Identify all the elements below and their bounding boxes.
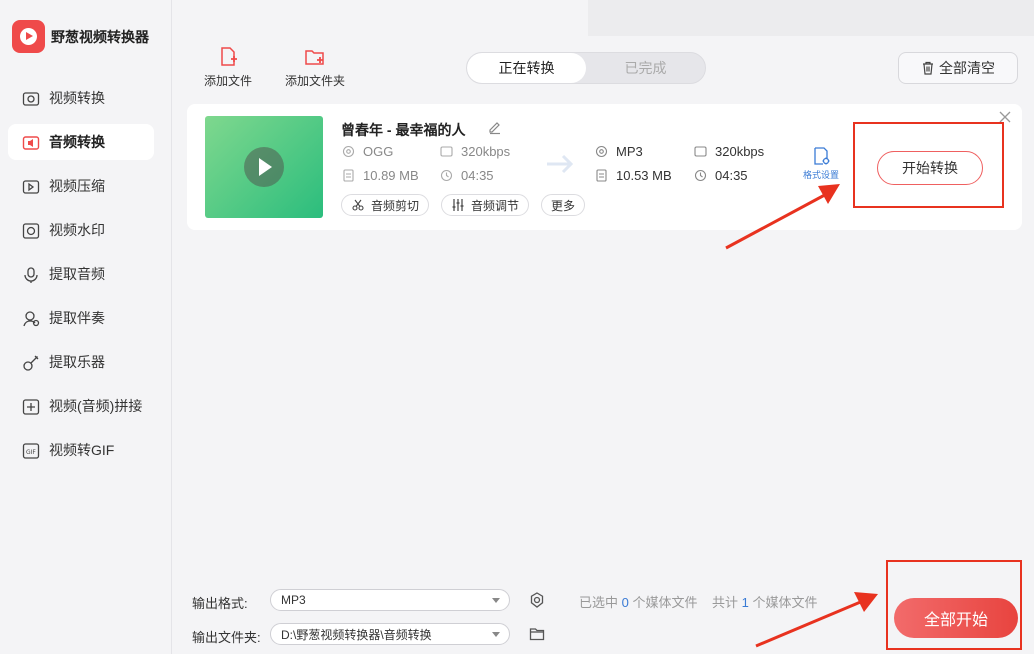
clock-icon xyxy=(694,169,707,182)
gear-icon[interactable] xyxy=(529,592,545,608)
clear-all-button[interactable]: 全部清空 xyxy=(898,52,1018,84)
sidebar-item-label: 视频转GIF xyxy=(49,442,115,458)
sidebar-nav: 视频转换 音频转换 视频压缩 视频水印 提取音频 提取伴奏 提取乐器 视频(音频… xyxy=(8,80,154,476)
sidebar-item-label: 提取伴奏 xyxy=(49,310,105,326)
sidebar-item-gif[interactable]: GIF 视频转GIF xyxy=(8,432,154,468)
file-name: 曾春年 - 最幸福的人 xyxy=(341,122,466,138)
annotation-box-start-convert xyxy=(853,122,1004,208)
target-size: 10.53 MB xyxy=(595,168,672,183)
format-icon xyxy=(342,145,355,158)
status-tabs: 正在转换 已完成 xyxy=(466,52,706,84)
file-thumbnail[interactable] xyxy=(205,116,323,218)
title-bar-area xyxy=(588,0,1034,36)
sidebar-item-audio-convert[interactable]: 音频转换 xyxy=(8,124,154,160)
equalizer-icon xyxy=(452,199,464,211)
audio-cut-button[interactable]: 音频剪切 xyxy=(341,194,430,216)
sidebar-item-label: 视频(音频)拼接 xyxy=(49,398,143,414)
output-format-label: 输出格式: xyxy=(192,596,248,611)
clock-icon xyxy=(440,169,453,182)
target-format: MP3 xyxy=(595,144,643,159)
file-size-icon xyxy=(596,169,607,182)
add-folder-label: 添加文件夹 xyxy=(284,74,345,88)
sidebar-item-video-convert[interactable]: 视频转换 xyxy=(8,80,154,116)
add-folder-icon xyxy=(305,50,324,65)
svg-text:GIF: GIF xyxy=(26,449,36,456)
format-icon xyxy=(595,145,608,158)
edit-icon[interactable] xyxy=(487,119,503,135)
file-size-icon xyxy=(343,169,354,182)
chevron-down-icon xyxy=(492,632,500,637)
gif-icon: GIF xyxy=(22,442,40,459)
sidebar-item-merge[interactable]: 视频(音频)拼接 xyxy=(8,388,154,424)
convert-arrow-icon xyxy=(547,154,574,174)
video-compress-icon xyxy=(22,178,40,194)
app-logo-icon xyxy=(12,20,45,53)
audio-adjust-button[interactable]: 音频调节 xyxy=(441,194,530,216)
selected-count-text: 已选中 0 个媒体文件 xyxy=(579,595,698,610)
folder-icon[interactable] xyxy=(529,626,545,642)
sidebar-item-label: 视频压缩 xyxy=(49,178,105,194)
target-bitrate: 320kbps xyxy=(694,144,764,159)
add-file-icon xyxy=(221,47,237,66)
bitrate-icon xyxy=(694,146,707,157)
sidebar-item-extract-instrument[interactable]: 提取乐器 xyxy=(8,344,154,380)
extract-audio-icon xyxy=(22,266,40,283)
source-format: OGG xyxy=(342,144,393,159)
source-size: 10.89 MB xyxy=(342,168,419,183)
annotation-arrow-icon xyxy=(725,184,840,250)
sidebar-item-label: 视频水印 xyxy=(49,222,105,238)
more-button[interactable]: 更多 xyxy=(541,194,586,216)
clear-all-label: 全部清空 xyxy=(939,60,995,76)
source-bitrate: 320kbps xyxy=(440,144,510,159)
format-settings-icon xyxy=(814,147,830,165)
add-folder-button[interactable]: 添加文件夹 xyxy=(279,46,351,89)
annotation-arrow-icon xyxy=(755,592,878,648)
brand: 野葱视频转换器 xyxy=(12,20,149,53)
sidebar-item-label: 音频转换 xyxy=(49,134,105,150)
scissors-icon xyxy=(352,199,364,211)
play-icon[interactable] xyxy=(244,147,284,187)
output-folder-select[interactable]: D:\野葱视频转换器\音频转换 xyxy=(270,623,510,645)
sidebar-item-extract-accompaniment[interactable]: 提取伴奏 xyxy=(8,300,154,336)
total-count: 1 xyxy=(741,595,749,610)
video-watermark-icon xyxy=(22,222,40,239)
merge-icon xyxy=(22,398,40,415)
chevron-down-icon xyxy=(492,598,500,603)
extract-accompaniment-icon xyxy=(22,310,40,327)
selected-count: 0 xyxy=(621,595,629,610)
output-folder-label: 输出文件夹: xyxy=(192,630,261,645)
app-name: 野葱视频转换器 xyxy=(51,28,149,45)
bitrate-icon xyxy=(440,146,453,157)
add-file-label: 添加文件 xyxy=(203,74,252,88)
add-file-button[interactable]: 添加文件 xyxy=(193,46,263,89)
sidebar-item-label: 提取音频 xyxy=(49,266,105,282)
extract-instrument-icon xyxy=(22,354,40,371)
sidebar-item-extract-audio[interactable]: 提取音频 xyxy=(8,256,154,292)
sidebar: 野葱视频转换器 视频转换 音频转换 视频压缩 视频水印 提取音频 提取伴奏 提取… xyxy=(0,0,172,654)
sidebar-item-label: 提取乐器 xyxy=(49,354,105,370)
tab-completed[interactable]: 已完成 xyxy=(586,53,705,83)
sidebar-item-video-watermark[interactable]: 视频水印 xyxy=(8,212,154,248)
video-convert-icon xyxy=(22,90,40,106)
tab-converting[interactable]: 正在转换 xyxy=(467,53,586,83)
trash-icon xyxy=(923,61,933,75)
sidebar-item-video-compress[interactable]: 视频压缩 xyxy=(8,168,154,204)
audio-convert-icon xyxy=(22,134,40,150)
source-duration: 04:35 xyxy=(440,168,494,183)
output-format-select[interactable]: MP3 xyxy=(270,589,510,611)
sidebar-item-label: 视频转换 xyxy=(49,90,105,106)
annotation-box-start-all xyxy=(886,560,1022,650)
